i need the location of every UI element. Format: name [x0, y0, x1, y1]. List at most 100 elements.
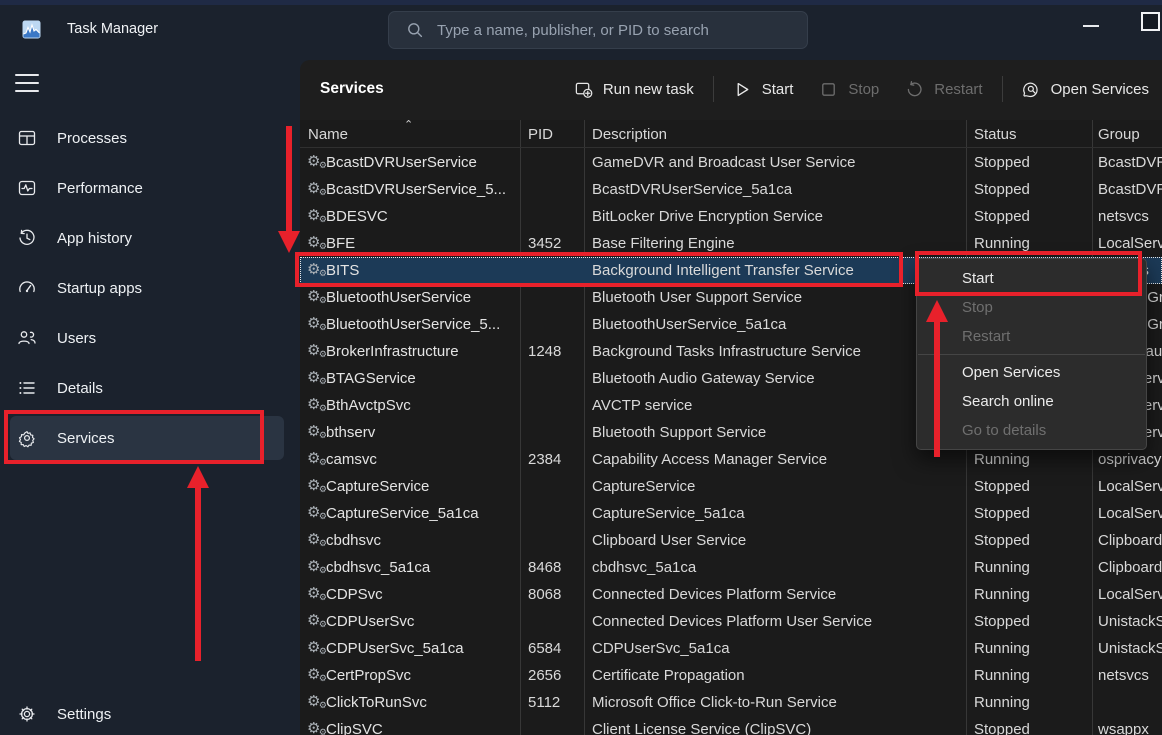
- service-gear-icon: ⚙⚙: [307, 720, 325, 735]
- cell-pid: [528, 311, 582, 338]
- toolbar-separator: [713, 76, 714, 102]
- service-gear-icon: ⚙⚙: [307, 315, 325, 333]
- service-gear-icon: ⚙⚙: [307, 531, 325, 549]
- table-row-clipsvc[interactable]: ⚙⚙ ClipSVC Client License Service (ClipS…: [300, 716, 1162, 735]
- service-gear-icon: ⚙⚙: [307, 585, 325, 603]
- sidebar-item-label: Details: [57, 380, 103, 397]
- cell-description: GameDVR and Broadcast User Service: [592, 149, 964, 176]
- table-row-bcastdvruserservice_5[interactable]: ⚙⚙ BcastDVRUserService_5... BcastDVRUser…: [300, 176, 1162, 203]
- sidebar-item-performance[interactable]: Performance: [0, 163, 292, 213]
- minimize-button[interactable]: [1083, 25, 1099, 27]
- restart-button[interactable]: Restart: [892, 72, 995, 107]
- table-row-cdpusersvc_5a1ca[interactable]: ⚙⚙ CDPUserSvc_5a1ca 6584 CDPUserSvc_5a1c…: [300, 635, 1162, 662]
- cell-name: BluetoothUserService: [326, 284, 518, 311]
- sidebar-item-label: Processes: [57, 130, 127, 147]
- cell-group: netsvcs: [1098, 203, 1162, 230]
- context-menu-item-restart[interactable]: Restart: [917, 322, 1146, 351]
- context-menu-separator: [918, 354, 1145, 355]
- open-services-button[interactable]: Open Services: [1009, 72, 1162, 107]
- cell-pid: [528, 500, 582, 527]
- table-row-cdpsvc[interactable]: ⚙⚙ CDPSvc 8068 Connected Devices Platfor…: [300, 581, 1162, 608]
- cell-name: BDESVC: [326, 203, 518, 230]
- table-row-camsvc[interactable]: ⚙⚙ camsvc 2384 Capability Access Manager…: [300, 446, 1162, 473]
- cell-description: Bluetooth Audio Gateway Service: [592, 365, 964, 392]
- start-button[interactable]: Start: [720, 72, 807, 107]
- context-menu-item-search-online[interactable]: Search online: [917, 387, 1146, 416]
- table-row-certpropsvc[interactable]: ⚙⚙ CertPropSvc 2656 Certificate Propagat…: [300, 662, 1162, 689]
- sidebar-item-settings[interactable]: Settings: [0, 690, 292, 735]
- cell-description: BluetoothUserService_5a1ca: [592, 311, 964, 338]
- cell-pid: 2384: [528, 446, 582, 473]
- column-header-status[interactable]: Status: [974, 120, 1017, 148]
- annotation-box-services-nav: [4, 410, 264, 464]
- cell-name: CertPropSvc: [326, 662, 518, 689]
- stop-icon: [819, 80, 838, 99]
- sidebar-item-details[interactable]: Details: [0, 363, 292, 413]
- service-gear-icon: ⚙⚙: [307, 153, 325, 171]
- cell-name: ClipSVC: [326, 716, 518, 735]
- run-new-task-button[interactable]: Run new task: [561, 72, 707, 107]
- stop-button[interactable]: Stop: [806, 72, 892, 107]
- cell-group: BcastDVRUserService: [1098, 176, 1162, 203]
- table-row-bcastdvruserservice[interactable]: ⚙⚙ BcastDVRUserService GameDVR and Broad…: [300, 149, 1162, 176]
- cell-status: Stopped: [974, 149, 1090, 176]
- cell-name: CDPSvc: [326, 581, 518, 608]
- start-icon: [733, 80, 752, 99]
- nav-selection-highlight: [10, 116, 284, 160]
- toolbar-button-label: Open Services: [1051, 81, 1149, 98]
- cell-description: CaptureService: [592, 473, 964, 500]
- open-services-icon: [1022, 80, 1041, 99]
- sidebar-item-startup-apps[interactable]: Startup apps: [0, 263, 292, 313]
- table-row-captureservice_5a1ca[interactable]: ⚙⚙ CaptureService_5a1ca CaptureService_5…: [300, 500, 1162, 527]
- navigation-menu-icon[interactable]: [15, 74, 39, 94]
- context-menu-item-open-services[interactable]: Open Services: [917, 358, 1146, 387]
- cell-name: CaptureService_5a1ca: [326, 500, 518, 527]
- cell-name: BTAGService: [326, 365, 518, 392]
- users-icon: [17, 328, 37, 348]
- cell-status: Running: [974, 689, 1090, 716]
- sidebar-item-app-history[interactable]: App history: [0, 213, 292, 263]
- context-menu-item-stop[interactable]: Stop: [917, 293, 1146, 322]
- context-menu-item-go-to-details[interactable]: Go to details: [917, 416, 1146, 445]
- cell-group: netsvcs: [1098, 662, 1162, 689]
- cell-name: BrokerInfrastructure: [326, 338, 518, 365]
- sidebar-item-users[interactable]: Users: [0, 313, 292, 363]
- column-header-description[interactable]: Description: [592, 120, 667, 148]
- cell-description: CDPUserSvc_5a1ca: [592, 635, 964, 662]
- sidebar-item-label: Startup apps: [57, 280, 142, 297]
- service-gear-icon: ⚙⚙: [307, 207, 325, 225]
- cell-group: BcastDVRUserService: [1098, 149, 1162, 176]
- cell-status: Stopped: [974, 203, 1090, 230]
- cell-name: CDPUserSvc: [326, 608, 518, 635]
- sidebar-item-processes[interactable]: Processes: [0, 113, 292, 163]
- search-input[interactable]: Type a name, publisher, or PID to search: [388, 11, 808, 49]
- cell-pid: [528, 608, 582, 635]
- nav-selection-highlight: [10, 166, 284, 210]
- column-header-name[interactable]: Name: [308, 120, 348, 148]
- column-header-pid[interactable]: PID: [528, 120, 553, 148]
- table-row-cbdhsvc_5a1ca[interactable]: ⚙⚙ cbdhsvc_5a1ca 8468 cbdhsvc_5a1ca Runn…: [300, 554, 1162, 581]
- cell-pid: [528, 365, 582, 392]
- table-row-bdesvc[interactable]: ⚙⚙ BDESVC BitLocker Drive Encryption Ser…: [300, 203, 1162, 230]
- table-row-clicktorunsvc[interactable]: ⚙⚙ ClickToRunSvc 5112 Microsoft Office C…: [300, 689, 1162, 716]
- cell-status: Running: [974, 662, 1090, 689]
- annotation-box-start-item: [915, 251, 1142, 296]
- toolbar-button-label: Start: [762, 81, 794, 98]
- cell-group: [1098, 689, 1162, 716]
- startup-apps-icon: [17, 278, 37, 298]
- cell-name: BcastDVRUserService_5...: [326, 176, 518, 203]
- cell-pid: 1248: [528, 338, 582, 365]
- table-row-cbdhsvc[interactable]: ⚙⚙ cbdhsvc Clipboard User Service Stoppe…: [300, 527, 1162, 554]
- restart-icon: [905, 80, 924, 99]
- table-row-captureservice[interactable]: ⚙⚙ CaptureService CaptureService Stopped…: [300, 473, 1162, 500]
- cell-name: ClickToRunSvc: [326, 689, 518, 716]
- cell-description: Capability Access Manager Service: [592, 446, 964, 473]
- cell-pid: [528, 419, 582, 446]
- cell-pid: [528, 473, 582, 500]
- sidebar-item-label: Performance: [57, 180, 143, 197]
- maximize-button[interactable]: [1141, 12, 1160, 31]
- service-gear-icon: ⚙⚙: [307, 369, 325, 387]
- table-row-cdpusersvc[interactable]: ⚙⚙ CDPUserSvc Connected Devices Platform…: [300, 608, 1162, 635]
- column-header-group[interactable]: Group: [1098, 120, 1140, 148]
- toolbar-buttons: Run new task Start Stop Restart Open Ser…: [561, 60, 1162, 118]
